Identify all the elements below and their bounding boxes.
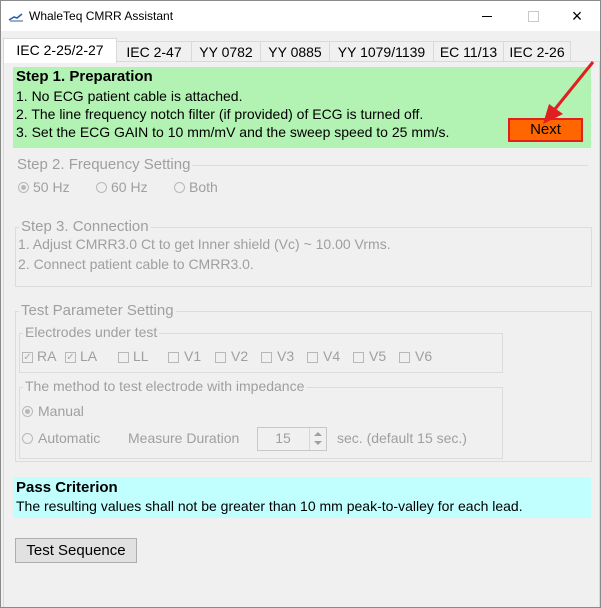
measure-duration-stepper[interactable]: 15 [257, 427, 327, 451]
checkbox-v5[interactable] [353, 352, 364, 363]
step3-heading: Step 3. Connection [19, 218, 151, 235]
impedance-method-heading: The method to test electrode with impeda… [23, 378, 307, 394]
measure-duration-label: Measure Duration [128, 430, 240, 446]
step1-heading: Step 1. Preparation [16, 68, 153, 85]
pass-criterion-heading: Pass Criterion [16, 479, 118, 496]
close-icon: × [571, 5, 583, 26]
checkbox-v3-label: V3 [277, 348, 295, 364]
checkbox-ra-label: RA [37, 348, 57, 364]
pass-criterion-panel: Pass Criterion The resulting values shal… [13, 477, 591, 518]
tab-yy-1079[interactable]: YY 1079/1139 [329, 41, 434, 62]
test-sequence-button[interactable]: Test Sequence [15, 538, 137, 563]
radio-50hz[interactable] [18, 182, 29, 193]
checkbox-ra[interactable]: ✓ [22, 352, 33, 363]
whale-logo-icon [8, 13, 23, 22]
checkbox-v4-label: V4 [323, 348, 341, 364]
step1-line-2: 2. The line frequency notch filter (if p… [16, 106, 424, 122]
tab-ec-11-13[interactable]: EC 11/13 [433, 41, 504, 62]
stepper-buttons[interactable] [309, 428, 326, 450]
tab-yy-0885[interactable]: YY 0885 [260, 41, 330, 62]
title-bar: WhaleTeq CMRR Assistant × [1, 1, 600, 31]
stepper-up-icon[interactable] [314, 432, 322, 436]
measure-duration-unit: sec. (default 15 sec.) [337, 430, 467, 446]
pass-criterion-text: The resulting values shall not be greate… [16, 498, 523, 514]
measure-duration-value: 15 [275, 430, 291, 446]
radio-both[interactable] [174, 182, 185, 193]
step2-heading: Step 2. Frequency Setting [15, 156, 193, 173]
checkbox-v1-label: V1 [184, 348, 202, 364]
minimize-icon [482, 15, 492, 17]
tab-yy-0782[interactable]: YY 0782 [191, 41, 261, 62]
checkbox-v6[interactable] [399, 352, 410, 363]
checkbox-ll-label: LL [133, 348, 149, 364]
standard-tabs: IEC 2-25/2-27 IEC 2-47 YY 0782 YY 0885 Y… [3, 38, 600, 63]
radio-both-label: Both [189, 179, 218, 195]
step1-preparation-panel: Step 1. Preparation 1. No ECG patient ca… [13, 67, 591, 148]
red-arrow-annotation-icon [543, 61, 595, 124]
checkbox-ll[interactable] [118, 352, 129, 363]
checkbox-v3[interactable] [261, 352, 272, 363]
step1-line-3: 3. Set the ECG GAIN to 10 mm/mV and the … [16, 124, 450, 140]
radio-manual-label: Manual [38, 403, 84, 419]
radio-60hz[interactable] [96, 182, 107, 193]
checkbox-la[interactable]: ✓ [65, 352, 76, 363]
electrodes-heading: Electrodes under test [23, 324, 160, 340]
checkbox-v4[interactable] [307, 352, 318, 363]
checkbox-v6-label: V6 [415, 348, 433, 364]
radio-60hz-label: 60 Hz [111, 179, 148, 195]
step3-line-1: 1. Adjust CMRR3.0 Ct to get Inner shield… [18, 236, 391, 252]
minimize-button[interactable] [464, 1, 510, 31]
checkbox-la-label: LA [80, 348, 98, 364]
checkbox-v2[interactable] [215, 352, 226, 363]
checkbox-v2-label: V2 [231, 348, 249, 364]
test-parameter-heading: Test Parameter Setting [19, 302, 176, 319]
maximize-icon [527, 10, 539, 22]
step1-line-1: 1. No ECG patient cable is attached. [16, 88, 243, 104]
tab-iec-2-25[interactable]: IEC 2-25/2-27 [3, 38, 117, 63]
radio-50hz-label: 50 Hz [33, 179, 70, 195]
close-button[interactable]: × [554, 1, 600, 31]
radio-automatic-label: Automatic [38, 430, 101, 446]
app-window: WhaleTeq CMRR Assistant × IEC 2-25/2-27 … [0, 0, 601, 608]
stepper-down-icon[interactable] [314, 441, 322, 445]
tab-iec-2-47[interactable]: IEC 2-47 [116, 41, 192, 62]
radio-automatic[interactable] [22, 433, 33, 444]
radio-manual[interactable] [22, 406, 33, 417]
maximize-button[interactable] [510, 1, 556, 31]
checkbox-v1[interactable] [168, 352, 179, 363]
checkbox-v5-label: V5 [369, 348, 387, 364]
step3-line-2: 2. Connect patient cable to CMRR3.0. [18, 256, 254, 272]
window-title: WhaleTeq CMRR Assistant [29, 9, 174, 23]
